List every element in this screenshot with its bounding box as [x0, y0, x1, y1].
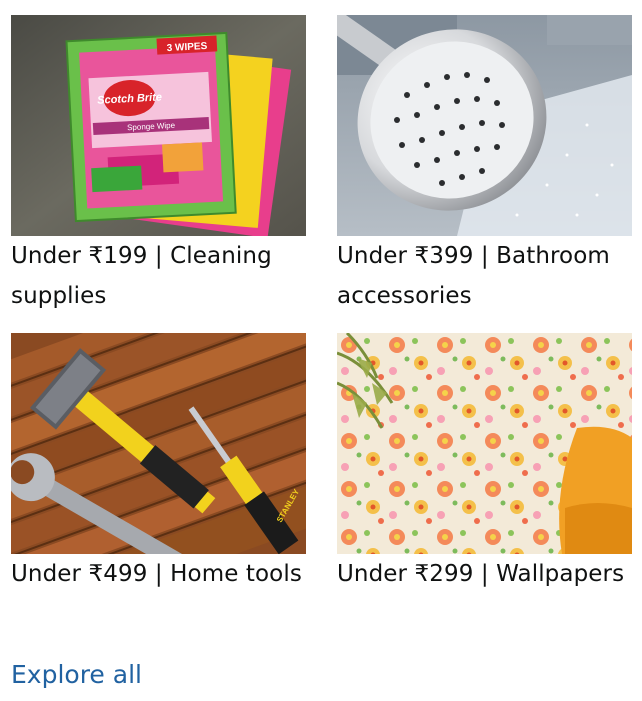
home-tools-image[interactable]: STANLEY: [11, 333, 306, 554]
card-cleaning-supplies[interactable]: 3 WIPES Scotch Brite Sponge Wipe Under ₹…: [11, 15, 306, 316]
card-wallpapers[interactable]: Under ₹299 | Wallpapers: [337, 333, 632, 594]
bathroom-accessories-image[interactable]: [337, 15, 632, 236]
card-caption[interactable]: Under ₹299 | Wallpapers: [337, 554, 632, 594]
card-home-tools[interactable]: STANLEY Under ₹499 | Home tools: [11, 333, 306, 594]
pack-label: 3 WIPES: [166, 41, 207, 54]
wallpapers-image[interactable]: [337, 333, 632, 554]
card-caption[interactable]: Under ₹199 | Cleaning supplies: [11, 236, 306, 316]
cleaning-supplies-image[interactable]: 3 WIPES Scotch Brite Sponge Wipe: [11, 15, 306, 236]
card-bathroom-accessories[interactable]: Under ₹399 | Bathroom accessories: [337, 15, 632, 316]
explore-all-link[interactable]: Explore all: [11, 660, 142, 689]
card-caption[interactable]: Under ₹499 | Home tools: [11, 554, 306, 594]
card-caption[interactable]: Under ₹399 | Bathroom accessories: [337, 236, 632, 316]
